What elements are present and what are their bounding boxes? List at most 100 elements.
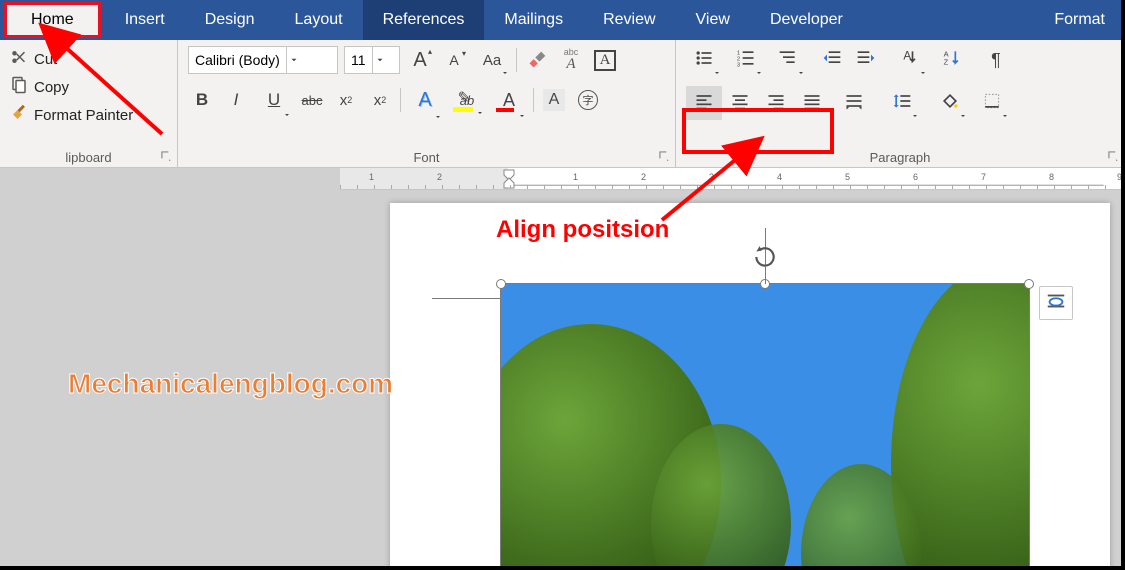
svg-text:Z: Z [944,57,949,66]
tab-format[interactable]: Format [1034,0,1125,40]
shading-button[interactable] [932,89,968,117]
tab-design[interactable]: Design [185,0,275,40]
svg-text:3: 3 [737,62,740,68]
multilevel-list-button[interactable] [770,46,806,74]
phonetic-guide-button[interactable]: abcA [557,46,585,74]
character-border-button[interactable]: A [591,46,619,74]
tab-mailings[interactable]: Mailings [484,0,583,40]
tab-view[interactable]: View [676,0,750,40]
clipboard-launcher[interactable] [159,149,173,163]
align-justify-button[interactable] [794,86,830,120]
increase-indent-button[interactable] [852,46,880,74]
bold-B: B [196,90,208,110]
chevron-down-icon [959,107,967,115]
numbering-button[interactable]: 123 [728,46,764,74]
format-painter-label: Format Painter [34,107,133,124]
inserted-image[interactable] [500,283,1030,570]
chevron-down-icon [434,104,442,112]
clear-formatting-button[interactable] [523,46,551,74]
border-A: A [594,50,617,71]
chevron-down-icon [713,64,721,72]
tab-home[interactable]: Home [4,2,101,38]
align-right-button[interactable] [758,86,794,120]
tab-developer[interactable]: Developer [750,0,863,40]
phonetic-A: A [566,57,575,72]
layout-options-button[interactable] [1039,286,1073,320]
copy-label: Copy [34,79,69,96]
strikethrough-button[interactable]: abc [298,86,326,114]
italic-button[interactable]: I [222,86,250,114]
font-name-value: Calibri (Body) [189,52,286,68]
grow-font-button[interactable]: A▴ [406,46,434,74]
ribbon-tabs: Home Insert Design Layout References Mai… [0,0,1125,40]
borders-button[interactable] [974,89,1010,117]
chevron-down-icon [518,104,526,112]
sub-2: 2 [347,95,352,105]
decrease-indent-button[interactable] [818,46,846,74]
svg-text:A: A [903,49,911,62]
tab-references[interactable]: References [363,0,485,40]
tab-design-label: Design [205,11,255,29]
strike-abc: abc [302,93,323,108]
multilevel-icon [778,48,798,73]
font-color-button[interactable]: A [491,86,527,114]
show-marks-button[interactable]: ¶ [982,46,1010,74]
format-painter-button[interactable]: Format Painter [10,104,167,126]
workspace: 21123456789 Align posi [0,168,1125,570]
line-spacing-button[interactable] [884,89,920,117]
font-name-combo[interactable]: Calibri (Body) [188,46,338,74]
align-justify-icon [802,91,822,116]
tab-mailings-label: Mailings [504,11,563,29]
tab-layout-label: Layout [295,11,343,29]
tab-review[interactable]: Review [583,0,675,40]
highlight-button[interactable]: ab✎ [449,86,485,114]
underline-button[interactable]: U [256,86,292,114]
tab-layout[interactable]: Layout [275,0,363,40]
align-center-button[interactable] [722,86,758,120]
change-case-button[interactable]: Aa [474,46,510,74]
numbering-icon: 123 [736,48,756,73]
bullets-button[interactable] [686,46,722,74]
chevron-down-icon [476,104,484,112]
tab-spacer [863,0,1034,40]
shrink-font-button[interactable]: A▾ [440,46,468,74]
distributed-button[interactable] [836,89,872,117]
paragraph-launcher[interactable] [1106,149,1120,163]
shrink-font-A: A [449,52,458,68]
text-effects-button[interactable]: A [407,86,443,114]
chevron-down-icon [755,64,763,72]
rotate-handle[interactable] [752,244,778,275]
sort-button[interactable]: AZ [934,46,970,74]
copy-button[interactable]: Copy [10,76,167,98]
align-group [686,86,830,120]
font-launcher[interactable] [657,149,671,163]
sup-x: x [374,92,382,109]
cut-button[interactable]: Cut [10,48,167,70]
chevron-down-icon [911,107,919,115]
font-size-combo[interactable]: 11 [344,46,400,74]
group-clipboard: Cut Copy Format Painter lipboard [0,40,178,167]
align-left-button[interactable] [686,86,722,120]
image-canvas [501,284,1029,570]
ruler-horizontal[interactable]: 21123456789 [340,168,1125,190]
char-shading-button[interactable]: A [540,86,568,114]
text-direction-button[interactable]: A [892,46,928,74]
bold-button[interactable]: B [188,86,216,114]
subscript-button[interactable]: x2 [332,86,360,114]
tab-insert[interactable]: Insert [105,0,185,40]
group-font: Calibri (Body) 11 A▴ A▾ Aa abcA A B I U [178,40,676,167]
enclose-chars-button[interactable]: 字 [574,86,602,114]
tab-format-label: Format [1054,11,1105,29]
sort-icon: AZ [942,48,962,73]
group-paragraph: 123 A AZ ¶ [676,40,1125,167]
align-left-icon [694,91,714,116]
superscript-button[interactable]: x2 [366,86,394,114]
layout-options-icon [1045,290,1067,317]
tab-insert-label: Insert [125,11,165,29]
tab-review-label: Review [603,11,655,29]
resize-handle-tr[interactable] [1024,279,1034,289]
sup-2: 2 [381,95,386,105]
resize-handle-tl[interactable] [496,279,506,289]
tab-developer-label: Developer [770,11,843,29]
text-effects-A: A [418,89,431,112]
